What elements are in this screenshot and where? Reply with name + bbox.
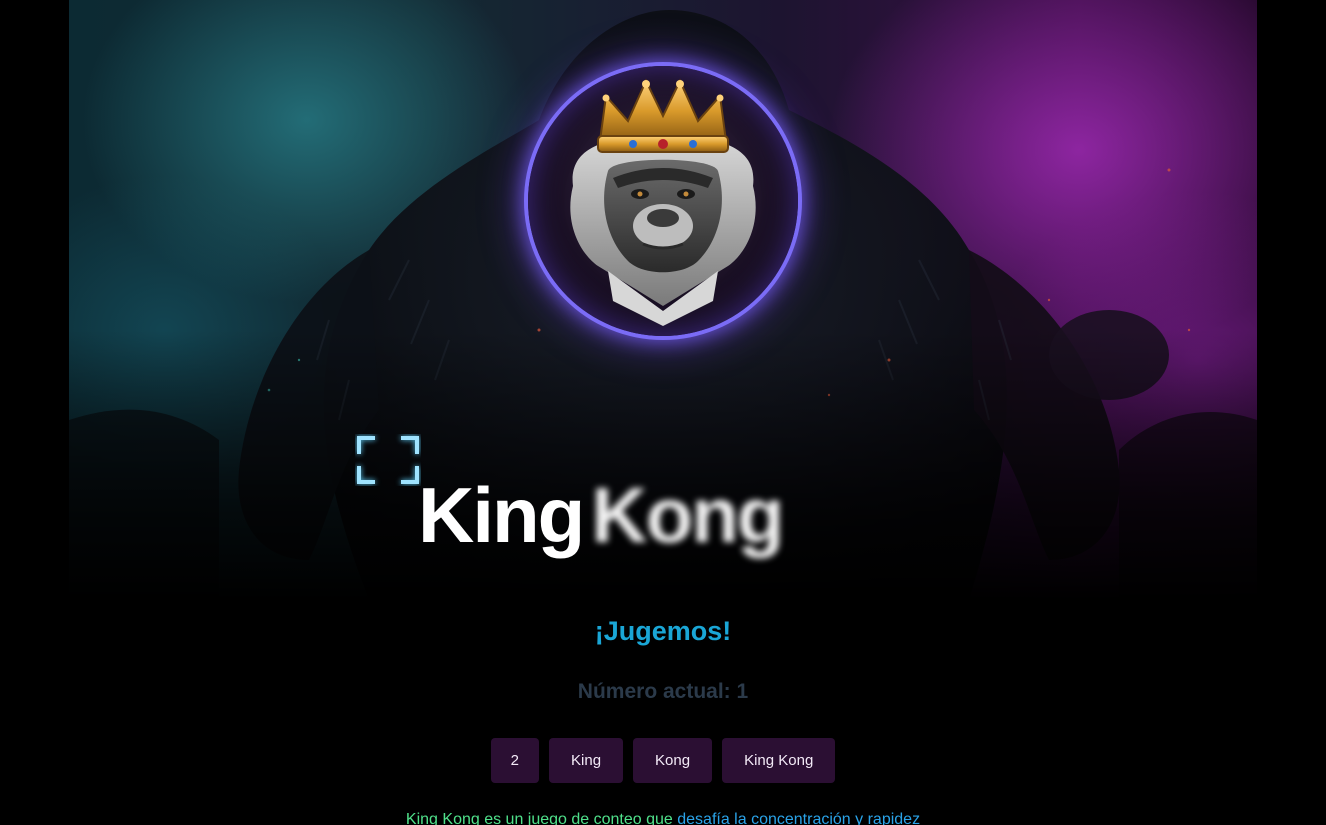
current-number-value: 1 <box>736 680 749 703</box>
game-description: King Kong es un juego de conteo que desa… <box>0 811 1326 825</box>
gorilla-face-icon <box>570 78 756 326</box>
answer-number-button[interactable]: 2 <box>490 738 540 783</box>
game-title: King Kong <box>418 470 785 561</box>
description-part-1: King Kong es un juego de conteo que <box>405 811 678 825</box>
title-word-kong: Kong <box>591 471 784 559</box>
crowned-gorilla-logo <box>528 66 798 336</box>
answer-king-button[interactable]: King <box>549 738 624 783</box>
answer-kong-button[interactable]: Kong <box>633 738 713 783</box>
description-part-2: desafía la concentración y rapidez <box>677 811 921 825</box>
subtitle: ¡Jugemos! <box>594 616 732 646</box>
answer-king-kong-button[interactable]: King Kong <box>722 738 836 783</box>
title-word-king: King <box>418 471 585 559</box>
current-number-display: Número actual: 1 <box>0 680 1326 704</box>
answer-buttons: 2 King Kong King Kong <box>0 738 1326 783</box>
game-screen: King Kong ¡Jugemos! Número actual: 1 2 Ki… <box>0 0 1326 825</box>
focus-frame-icon <box>357 436 419 484</box>
current-number-label: Número actual: <box>577 680 731 703</box>
